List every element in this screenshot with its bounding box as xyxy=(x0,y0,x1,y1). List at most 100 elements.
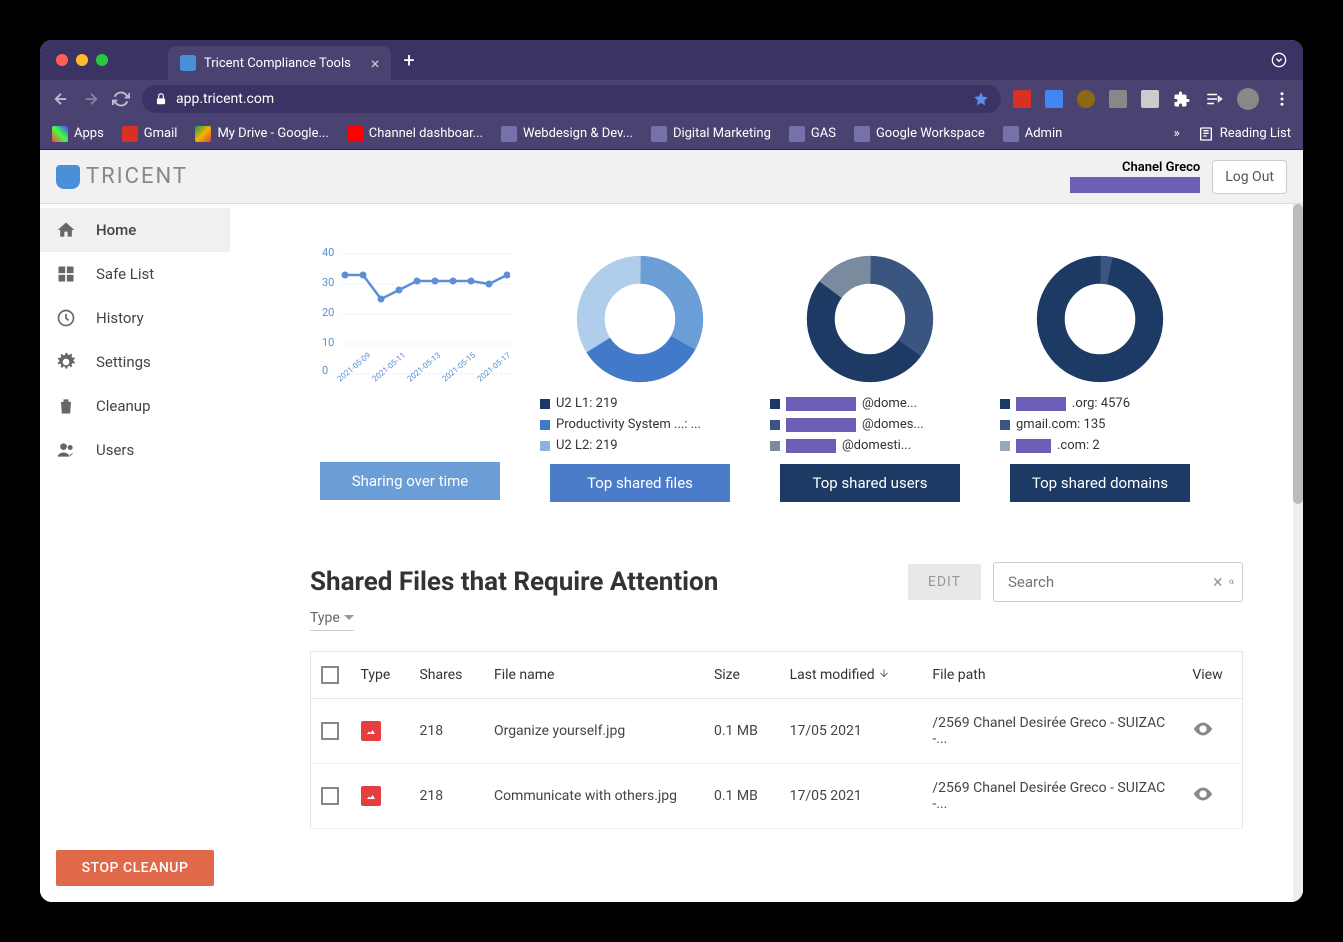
row-checkbox[interactable] xyxy=(321,787,339,805)
logo-shield-icon xyxy=(56,165,80,189)
ext-icon-2[interactable] xyxy=(1045,90,1063,108)
cell-path: /2569 Chanel Desirée Greco - SUIZAC -... xyxy=(922,764,1182,829)
vertical-scrollbar[interactable] xyxy=(1293,204,1303,902)
cleanup-icon xyxy=(56,396,76,416)
col-size[interactable]: Size xyxy=(704,652,780,699)
tab-favicon xyxy=(180,55,196,71)
cell-path: /2569 Chanel Desirée Greco - SUIZAC -... xyxy=(922,699,1182,764)
star-icon[interactable] xyxy=(973,91,989,107)
bookmark-gas[interactable]: GAS xyxy=(789,126,836,142)
svg-text:0: 0 xyxy=(322,364,328,377)
bookmark-workspace[interactable]: Google Workspace xyxy=(854,126,985,142)
bookmark-drive[interactable]: My Drive - Google... xyxy=(195,126,328,142)
donut-chart-files xyxy=(575,254,705,384)
playlist-icon[interactable] xyxy=(1205,90,1223,108)
chart-top-files: U2 L1: 219 Productivity System ...: ... … xyxy=(540,244,740,502)
forward-button[interactable] xyxy=(82,90,100,108)
app-header: TRICENT Chanel Greco Log Out xyxy=(40,150,1303,204)
new-tab-button[interactable]: + xyxy=(403,48,414,72)
ext-icon-5[interactable] xyxy=(1141,90,1159,108)
bookmarks-overflow[interactable]: » xyxy=(1174,126,1180,141)
reload-button[interactable] xyxy=(112,90,130,108)
svg-text:2021-05-17: 2021-05-17 xyxy=(476,350,510,383)
chart-button-files[interactable]: Top shared files xyxy=(550,464,730,502)
profile-avatar[interactable] xyxy=(1237,88,1259,110)
redacted-user xyxy=(786,397,856,411)
search-input[interactable] xyxy=(1002,567,1213,597)
back-button[interactable] xyxy=(52,90,70,108)
browser-tab[interactable]: Tricent Compliance Tools × xyxy=(168,46,391,80)
logo: TRICENT xyxy=(56,164,188,189)
search-box[interactable]: × xyxy=(993,562,1243,602)
chart-top-users: @dome... @domes... @domesti... Top share… xyxy=(770,244,970,502)
select-all-checkbox[interactable] xyxy=(321,666,339,684)
cell-modified: 17/05 2021 xyxy=(780,764,923,829)
ext-icon-4[interactable] xyxy=(1109,90,1127,108)
col-path[interactable]: File path xyxy=(922,652,1182,699)
user-email-redacted xyxy=(1070,177,1200,193)
ext-icon-1[interactable] xyxy=(1013,90,1031,108)
sidebar-label: Cleanup xyxy=(96,397,151,415)
legend-label: .com: 2 xyxy=(1057,436,1100,457)
sidebar-item-cleanup[interactable]: Cleanup xyxy=(40,384,230,428)
sort-desc-icon xyxy=(878,667,890,679)
bookmark-webdesign[interactable]: Webdesign & Dev... xyxy=(501,126,633,142)
chart-button-domains[interactable]: Top shared domains xyxy=(1010,464,1190,502)
tab-close-button[interactable]: × xyxy=(371,54,380,73)
sidebar-item-users[interactable]: Users xyxy=(40,428,230,472)
extensions-icon[interactable] xyxy=(1173,90,1191,108)
redacted-user xyxy=(786,439,836,453)
image-file-icon xyxy=(361,786,381,806)
ext-icon-3[interactable] xyxy=(1077,90,1095,108)
svg-text:2021-05-09: 2021-05-09 xyxy=(336,351,373,384)
chevron-down-icon[interactable] xyxy=(1271,52,1287,68)
cell-filename: Organize yourself.jpg xyxy=(484,699,704,764)
reading-list-button[interactable]: Reading List xyxy=(1198,126,1291,142)
cell-filename: Communicate with others.jpg xyxy=(484,764,704,829)
redacted-domain xyxy=(1016,397,1066,411)
col-shares[interactable]: Shares xyxy=(409,652,484,699)
table-row: 218 Organize yourself.jpg 0.1 MB 17/05 2… xyxy=(311,699,1243,764)
sidebar-item-safelist[interactable]: Safe List xyxy=(40,252,230,296)
bookmark-channel[interactable]: Channel dashboar... xyxy=(347,126,483,142)
url-text: app.tricent.com xyxy=(176,91,274,107)
sidebar-item-history[interactable]: History xyxy=(40,296,230,340)
image-file-icon xyxy=(361,721,381,741)
view-icon[interactable] xyxy=(1192,718,1214,740)
menu-icon[interactable] xyxy=(1273,90,1291,108)
row-checkbox[interactable] xyxy=(321,722,339,740)
col-modified[interactable]: Last modified xyxy=(780,652,923,699)
tab-title: Tricent Compliance Tools xyxy=(204,56,351,71)
view-icon[interactable] xyxy=(1192,783,1214,805)
user-name-label: Chanel Greco xyxy=(1122,160,1200,175)
search-icon[interactable] xyxy=(1229,572,1234,592)
window-close-button[interactable] xyxy=(56,54,68,66)
sidebar-label: Safe List xyxy=(96,265,154,283)
bookmark-admin[interactable]: Admin xyxy=(1003,126,1063,142)
bookmark-marketing[interactable]: Digital Marketing xyxy=(651,126,771,142)
chart-button-users[interactable]: Top shared users xyxy=(780,464,960,502)
clear-icon[interactable]: × xyxy=(1213,572,1223,593)
bookmark-gmail[interactable]: Gmail xyxy=(122,126,178,142)
browser-titlebar: Tricent Compliance Tools × + xyxy=(40,40,1303,80)
sidebar-item-settings[interactable]: Settings xyxy=(40,340,230,384)
sidebar-label: Settings xyxy=(96,353,151,371)
window-minimize-button[interactable] xyxy=(76,54,88,66)
chart-button-sharing[interactable]: Sharing over time xyxy=(320,462,500,500)
sidebar-item-home[interactable]: Home xyxy=(40,208,230,252)
legend-label: @dome... xyxy=(862,394,917,415)
lock-icon xyxy=(154,92,168,106)
col-view: View xyxy=(1182,652,1242,699)
bookmark-apps[interactable]: Apps xyxy=(52,126,104,142)
legend-label: U2 L2: 219 xyxy=(556,436,618,457)
chart-sharing-over-time: 40 30 20 10 0 2021-05-092021-05-1120 xyxy=(310,244,510,502)
col-type[interactable]: Type xyxy=(351,652,410,699)
stop-cleanup-button[interactable]: STOP CLEANUP xyxy=(56,850,214,886)
address-bar[interactable]: app.tricent.com xyxy=(142,85,1001,113)
edit-button[interactable]: EDIT xyxy=(908,564,981,600)
window-maximize-button[interactable] xyxy=(96,54,108,66)
type-filter[interactable]: Type xyxy=(310,610,354,631)
logout-button[interactable]: Log Out xyxy=(1212,160,1287,194)
legend-label: @domes... xyxy=(862,415,924,436)
col-filename[interactable]: File name xyxy=(484,652,704,699)
